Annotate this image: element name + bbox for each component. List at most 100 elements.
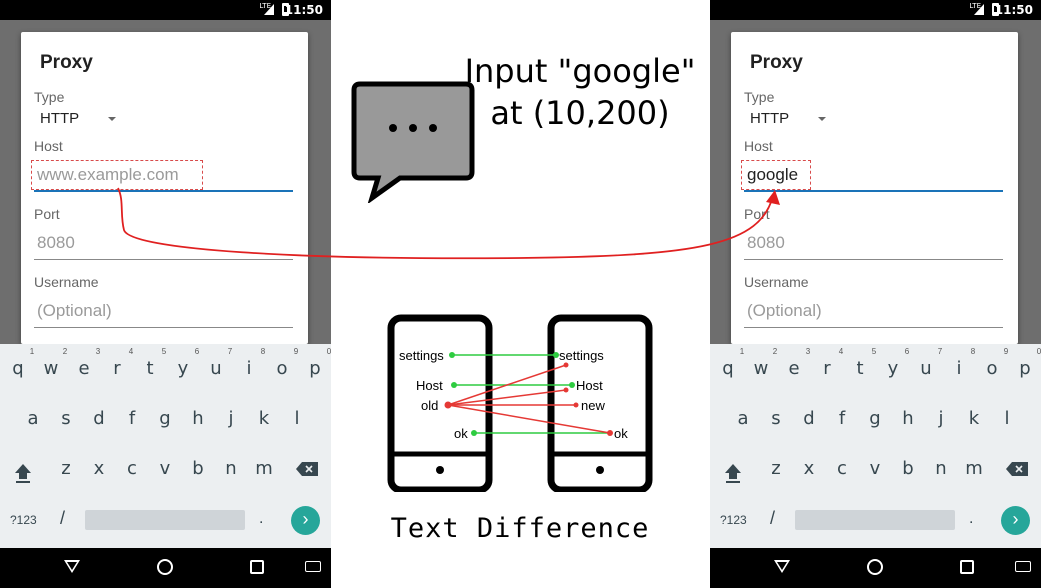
key-j[interactable]: j (216, 408, 246, 429)
username-field[interactable]: (Optional) (34, 296, 293, 328)
key-g[interactable]: g (860, 408, 890, 429)
shift-icon[interactable] (13, 460, 33, 484)
key-e[interactable]: e (779, 358, 809, 379)
key-w[interactable]: w (746, 358, 776, 379)
left-label-ok: ok (454, 426, 468, 441)
backspace-icon[interactable] (1006, 462, 1028, 476)
key-f[interactable]: f (117, 408, 147, 429)
host-label: Host (34, 138, 63, 154)
key-t[interactable]: t (135, 358, 165, 379)
key-g[interactable]: g (150, 408, 180, 429)
enter-key[interactable]: › (291, 506, 320, 535)
slash-key[interactable]: / (60, 508, 65, 529)
key-u[interactable]: u (201, 358, 231, 379)
key-t[interactable]: t (845, 358, 875, 379)
key-s[interactable]: s (51, 408, 81, 429)
username-field[interactable]: (Optional) (744, 296, 1003, 328)
shift-icon[interactable] (723, 460, 743, 484)
keyboard-switch-icon[interactable] (1015, 561, 1031, 572)
back-icon[interactable] (774, 560, 790, 573)
key-n[interactable]: n (216, 458, 246, 479)
target-highlight-box (31, 160, 203, 190)
key-o[interactable]: o (977, 358, 1007, 379)
recents-icon[interactable] (250, 560, 264, 574)
space-key[interactable] (795, 510, 955, 530)
username-label: Username (744, 274, 809, 290)
target-highlight-box (741, 160, 811, 190)
key-q[interactable]: q (3, 358, 33, 379)
key-e[interactable]: e (69, 358, 99, 379)
key-a[interactable]: a (728, 408, 758, 429)
home-icon[interactable] (157, 559, 173, 575)
key-l[interactable]: l (992, 408, 1022, 429)
key-c[interactable]: c (827, 458, 857, 479)
key-f[interactable]: f (827, 408, 857, 429)
chevron-down-icon[interactable] (818, 117, 826, 121)
key-r[interactable]: r (812, 358, 842, 379)
key-v[interactable]: v (150, 458, 180, 479)
keyboard-switch-icon[interactable] (305, 561, 321, 572)
key-hint-0: 0 (1036, 347, 1041, 356)
signal-icon (264, 4, 274, 15)
key-h[interactable]: h (893, 408, 923, 429)
key-w[interactable]: w (36, 358, 66, 379)
key-b[interactable]: b (183, 458, 213, 479)
key-hint-4: 4 (838, 347, 844, 356)
enter-key[interactable]: › (1001, 506, 1030, 535)
key-v[interactable]: v (860, 458, 890, 479)
slash-key[interactable]: / (770, 508, 775, 529)
backspace-icon[interactable] (296, 462, 318, 476)
key-z[interactable]: z (761, 458, 791, 479)
key-c[interactable]: c (117, 458, 147, 479)
key-d[interactable]: d (84, 408, 114, 429)
recents-icon[interactable] (960, 560, 974, 574)
chevron-down-icon[interactable] (108, 117, 116, 121)
key-p[interactable]: p (1010, 358, 1040, 379)
key-i[interactable]: i (944, 358, 974, 379)
key-b[interactable]: b (893, 458, 923, 479)
key-m[interactable]: m (249, 458, 279, 479)
soft-keyboard: q 1w 2e 3r 4t 5y 6u 7i 8o 9p 0 asdfghjkl zxcvbnm ?12… (710, 344, 1041, 548)
key-hint-7: 7 (227, 347, 233, 356)
proxy-dialog: Proxy Type HTTP Host www.example.com Por… (21, 32, 308, 344)
key-u[interactable]: u (911, 358, 941, 379)
symbols-key[interactable]: ?123 (720, 513, 747, 527)
right-label-settings: settings (559, 348, 604, 363)
key-k[interactable]: k (959, 408, 989, 429)
key-x[interactable]: x (84, 458, 114, 479)
type-select[interactable]: HTTP (40, 110, 79, 127)
key-y[interactable]: y (878, 358, 908, 379)
home-icon[interactable] (867, 559, 883, 575)
key-hint-5: 5 (871, 347, 877, 356)
key-r[interactable]: r (102, 358, 132, 379)
symbols-key[interactable]: ?123 (10, 513, 37, 527)
key-l[interactable]: l (282, 408, 312, 429)
key-y[interactable]: y (168, 358, 198, 379)
key-x[interactable]: x (794, 458, 824, 479)
port-field[interactable]: 8080 (34, 228, 293, 260)
key-z[interactable]: z (51, 458, 81, 479)
period-key[interactable]: . (969, 510, 973, 528)
key-i[interactable]: i (234, 358, 264, 379)
port-field[interactable]: 8080 (744, 228, 1003, 260)
key-k[interactable]: k (249, 408, 279, 429)
key-d[interactable]: d (794, 408, 824, 429)
key-q[interactable]: q (713, 358, 743, 379)
nav-bar (710, 548, 1041, 588)
key-a[interactable]: a (18, 408, 48, 429)
soft-keyboard: q 1w 2e 3r 4t 5y 6u 7i 8o 9p 0 asdfghjkl zxcvbnm ?12… (0, 344, 331, 548)
key-o[interactable]: o (267, 358, 297, 379)
key-h[interactable]: h (183, 408, 213, 429)
port-label: Port (744, 206, 770, 222)
key-p[interactable]: p (300, 358, 330, 379)
key-j[interactable]: j (926, 408, 956, 429)
key-n[interactable]: n (926, 458, 956, 479)
right-label-new: new (581, 398, 605, 413)
type-select[interactable]: HTTP (750, 110, 789, 127)
space-key[interactable] (85, 510, 245, 530)
period-key[interactable]: . (259, 510, 263, 528)
key-s[interactable]: s (761, 408, 791, 429)
clock: 11:50 (284, 3, 323, 17)
key-m[interactable]: m (959, 458, 989, 479)
back-icon[interactable] (64, 560, 80, 573)
